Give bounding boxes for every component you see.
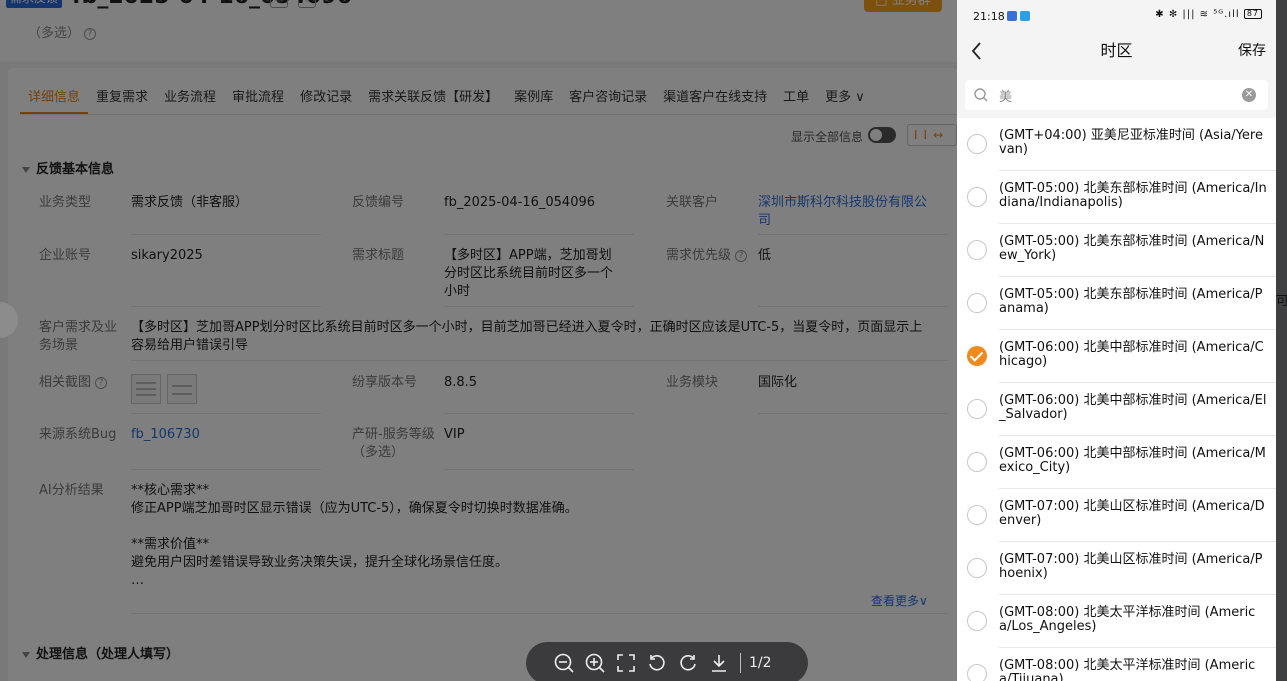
timezone-label: (GMT-06:00) 北美中部标准时间 (America/Chicago): [999, 340, 1264, 369]
toolbar-separator: [740, 653, 741, 673]
search-box: ✕: [965, 80, 1268, 110]
timezone-label: (GMT-06:00) 北美中部标准时间 (America/El_Salvado…: [999, 393, 1267, 422]
battery-icon: 87: [1243, 9, 1262, 19]
list-item[interactable]: (GMT-06:00) 北美中部标准时间 (America/Mexico_Cit…: [957, 436, 1276, 489]
list-item[interactable]: (GMT+04:00) 亚美尼亚标准时间 (Asia/Yerevan): [957, 118, 1276, 171]
zoom-out-icon[interactable]: [552, 651, 576, 675]
timezone-label: (GMT-07:00) 北美山区标准时间 (America/Phoenix): [999, 552, 1263, 581]
radio-button[interactable]: [967, 187, 987, 207]
timezone-label: (GMT-08:00) 北美太平洋标准时间 (America/Los_Angel…: [999, 605, 1256, 634]
save-button[interactable]: 保存: [1238, 30, 1266, 72]
nav-bar: 时区 保存: [957, 30, 1276, 72]
radio-button[interactable]: [967, 611, 987, 631]
timezone-list: (GMT+04:00) 亚美尼亚标准时间 (Asia/Yerevan) (GMT…: [957, 118, 1276, 681]
list-item[interactable]: (GMT-08:00) 北美太平洋标准时间 (America/Tijuana): [957, 648, 1276, 681]
radio-button[interactable]: [967, 558, 987, 578]
radio-button[interactable]: [967, 452, 987, 472]
timezone-label: (GMT-05:00) 北美东部标准时间 (America/Indiana/In…: [999, 181, 1267, 210]
radio-button[interactable]: [967, 134, 987, 154]
list-item[interactable]: (GMT-05:00) 北美东部标准时间 (America/New_York): [957, 224, 1276, 277]
timezone-label: (GMT-06:00) 北美中部标准时间 (America/Mexico_Cit…: [999, 446, 1266, 475]
list-item[interactable]: (GMT-05:00) 北美东部标准时间 (America/Indiana/In…: [957, 171, 1276, 224]
list-item[interactable]: (GMT-07:00) 北美山区标准时间 (America/Phoenix): [957, 542, 1276, 595]
radio-button[interactable]: [967, 664, 987, 681]
fullscreen-icon[interactable]: [614, 651, 638, 675]
search-area: ✕: [957, 72, 1276, 118]
status-bar: 21:18 ✱ ✻ ||| ≋ ⁵ᴳ.ıll 87: [957, 0, 1276, 30]
status-time: 21:18: [973, 10, 1005, 23]
rotate-right-icon[interactable]: [676, 651, 700, 675]
status-icons: ✱ ✻ ||| ≋ ⁵ᴳ.ıll 87: [1155, 9, 1262, 20]
app-badge-icon: [1020, 11, 1030, 21]
list-item-selected[interactable]: (GMT-06:00) 北美中部标准时间 (America/Chicago): [957, 330, 1276, 383]
timezone-label: (GMT+04:00) 亚美尼亚标准时间 (Asia/Yerevan): [999, 128, 1263, 157]
timezone-label: (GMT-05:00) 北美东部标准时间 (America/Panama): [999, 287, 1263, 316]
list-item[interactable]: (GMT-07:00) 北美山区标准时间 (America/Denver): [957, 489, 1276, 542]
image-viewer-toolbar: 1/2: [526, 642, 808, 681]
radio-button[interactable]: [967, 240, 987, 260]
page-indicator: 1/2: [749, 655, 772, 671]
timezone-label: (GMT-08:00) 北美太平洋标准时间 (America/Tijuana): [999, 658, 1256, 681]
app-badge-icon: [1007, 11, 1017, 21]
search-input[interactable]: [999, 80, 1229, 110]
clear-icon[interactable]: ✕: [1242, 88, 1256, 102]
rotate-left-icon[interactable]: [645, 651, 669, 675]
list-item[interactable]: (GMT-08:00) 北美太平洋标准时间 (America/Los_Angel…: [957, 595, 1276, 648]
download-icon[interactable]: [707, 651, 731, 675]
timezone-picker-panel: 21:18 ✱ ✻ ||| ≋ ⁵ᴳ.ıll 87 时区 保存 ✕ (GMT+0…: [957, 0, 1276, 681]
search-icon: [973, 87, 989, 103]
list-item[interactable]: (GMT-06:00) 北美中部标准时间 (America/El_Salvado…: [957, 383, 1276, 436]
radio-button[interactable]: [967, 399, 987, 419]
radio-button[interactable]: [967, 293, 987, 313]
zoom-in-icon[interactable]: [583, 651, 607, 675]
radio-button[interactable]: [967, 505, 987, 525]
timezone-label: (GMT-05:00) 北美东部标准时间 (America/New_York): [999, 234, 1265, 263]
timezone-label: (GMT-07:00) 北美山区标准时间 (America/Denver): [999, 499, 1265, 528]
nav-title: 时区: [1100, 41, 1133, 60]
list-item[interactable]: (GMT-05:00) 北美东部标准时间 (America/Panama): [957, 277, 1276, 330]
radio-checked-icon[interactable]: [967, 346, 987, 366]
